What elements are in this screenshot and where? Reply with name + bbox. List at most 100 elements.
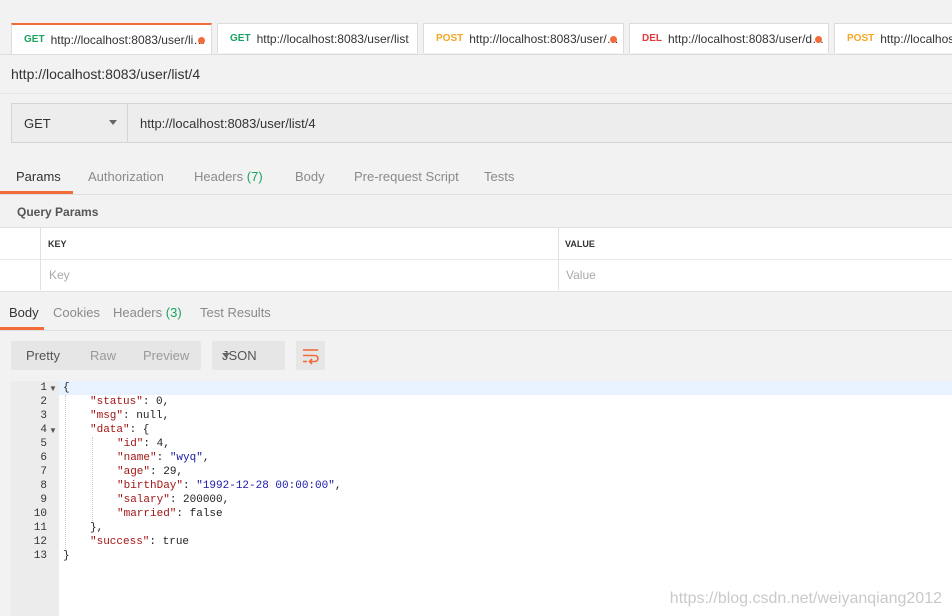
request-tab[interactable]: GET http://localhost:8083/user/list [217,23,418,53]
method-value: GET [24,115,51,131]
value-header: VALUE [565,239,595,249]
request-tab-strip: GET http://localhost:8083/user/li… GET h… [0,0,952,55]
line-number: 7 [40,466,47,478]
json-punct: : [183,480,197,492]
method-label: GET [230,33,251,44]
json-punct: }, [90,522,104,534]
chevron-down-icon [222,353,230,358]
json-key: "age" [117,466,151,478]
json-key: "id" [117,438,144,450]
pretty-button[interactable]: Pretty [26,348,60,363]
request-tab[interactable]: DEL http://localhost:8083/user/d… [629,23,829,53]
tab-headers-label: Headers [194,169,244,184]
line-number: 11 [33,522,47,534]
tab-tests[interactable]: Tests [484,169,514,184]
indent-guide [65,395,66,549]
tab-test-results[interactable]: Test Results [200,305,271,320]
code-line: "success": true [90,536,189,548]
line-number: 2 [40,396,47,408]
response-body-editor[interactable]: 1 ▼{2 "status": 0, 3 "msg": null, 4 ▼ "data": {… [11,381,952,616]
request-tab[interactable]: GET http://localhost:8083/user/li… [11,23,212,54]
divider [0,93,952,94]
method-select[interactable]: GET [12,104,128,142]
tab-url: http://localhost:8083/user/li… [50,32,206,47]
request-tab[interactable]: POST http://localhost [834,23,952,53]
method-label: GET [24,34,45,45]
json-punct: : null, [123,410,170,422]
code-line: "msg": null, [90,410,169,422]
code-line: "status": 0, [90,396,169,408]
code-line: "age": 29, [117,466,183,478]
unsaved-dot-icon [198,37,205,44]
tab-headers[interactable]: Headers (7) [194,169,263,184]
request-title[interactable]: http://localhost:8083/user/list/4 [11,66,200,82]
line-number: 10 [33,508,47,520]
code-line: "married": false [117,508,223,520]
url-input[interactable]: http://localhost:8083/user/list/4 [140,116,316,131]
json-punct: : 29, [150,466,184,478]
tab-cookies[interactable]: Cookies [53,305,100,320]
json-key: "birthDay" [117,480,184,492]
value-input[interactable]: Value [566,268,596,282]
json-punct: : false [176,508,223,520]
indent-guide [92,437,93,521]
wrap-lines-button[interactable] [296,341,325,370]
code-line: } [63,550,70,562]
view-mode-toggle: Pretty Raw Preview [11,341,201,370]
request-section-tabs: Params Authorization Headers (7) Body Pr… [0,160,952,195]
raw-button[interactable]: Raw [90,348,116,363]
preview-button[interactable]: Preview [143,348,189,363]
watermark: https://blog.csdn.net/weiyanqiang2012 [669,590,942,607]
json-punct: : 4, [143,438,170,450]
unsaved-dot-icon [815,36,822,43]
code-line: "salary": 200000, [117,494,229,506]
fold-arrow-icon[interactable]: ▼ [49,384,57,393]
line-number: 13 [33,550,47,562]
tab-params[interactable]: Params [16,169,61,184]
line-number: 6 [40,452,47,464]
wrap-lines-icon [303,349,319,365]
json-punct: : [156,452,170,464]
json-key: "data" [90,424,130,436]
tab-response-headers[interactable]: Headers (3) [113,305,182,320]
code-line: }, [90,522,103,534]
method-label: DEL [642,33,662,44]
tab-url: http://localhost:8083/user/list [256,31,409,46]
line-number: 12 [33,536,47,548]
code-line: "name": "wyq", [117,452,209,464]
code-line: "data": { [90,424,149,436]
json-punct: } [63,550,70,562]
line-number: 4 [40,424,47,436]
request-tab[interactable]: POST http://localhost:8083/user/… [423,23,624,53]
line-number: 8 [40,480,47,492]
tab-body[interactable]: Body [295,169,325,184]
line-number: 9 [40,494,47,506]
response-section-tabs: Body Cookies Headers (3) Test Results [0,296,952,331]
active-line-highlight [59,381,952,395]
code-line: "id": 4, [117,438,170,450]
format-select[interactable]: JSON [212,341,285,370]
tab-response-body[interactable]: Body [9,305,39,320]
line-number: 3 [40,410,47,422]
method-label: POST [436,33,464,44]
query-params-table: KEY VALUE Key Value [0,227,952,292]
json-key: "salary" [117,494,170,506]
key-input[interactable]: Key [49,268,70,282]
tab-prerequest-script[interactable]: Pre-request Script [354,169,459,184]
json-string: "wyq" [169,452,203,464]
tab-response-headers-label: Headers [113,305,163,320]
json-punct: : { [129,424,150,436]
tab-authorization[interactable]: Authorization [88,169,164,184]
unsaved-dot-icon [610,36,617,43]
code-line: "birthDay": "1992-12-28 00:00:00", [117,480,341,492]
fold-arrow-icon[interactable]: ▼ [49,426,57,435]
json-key: "msg" [90,410,124,422]
json-punct: { [63,382,70,394]
json-punct: : 200000, [169,494,230,506]
json-punct: : 0, [142,396,170,408]
json-key: "name" [117,452,157,464]
json-punct: , [202,452,210,464]
key-header: KEY [48,239,67,249]
json-punct: , [334,480,342,492]
json-key: "married" [117,508,177,520]
